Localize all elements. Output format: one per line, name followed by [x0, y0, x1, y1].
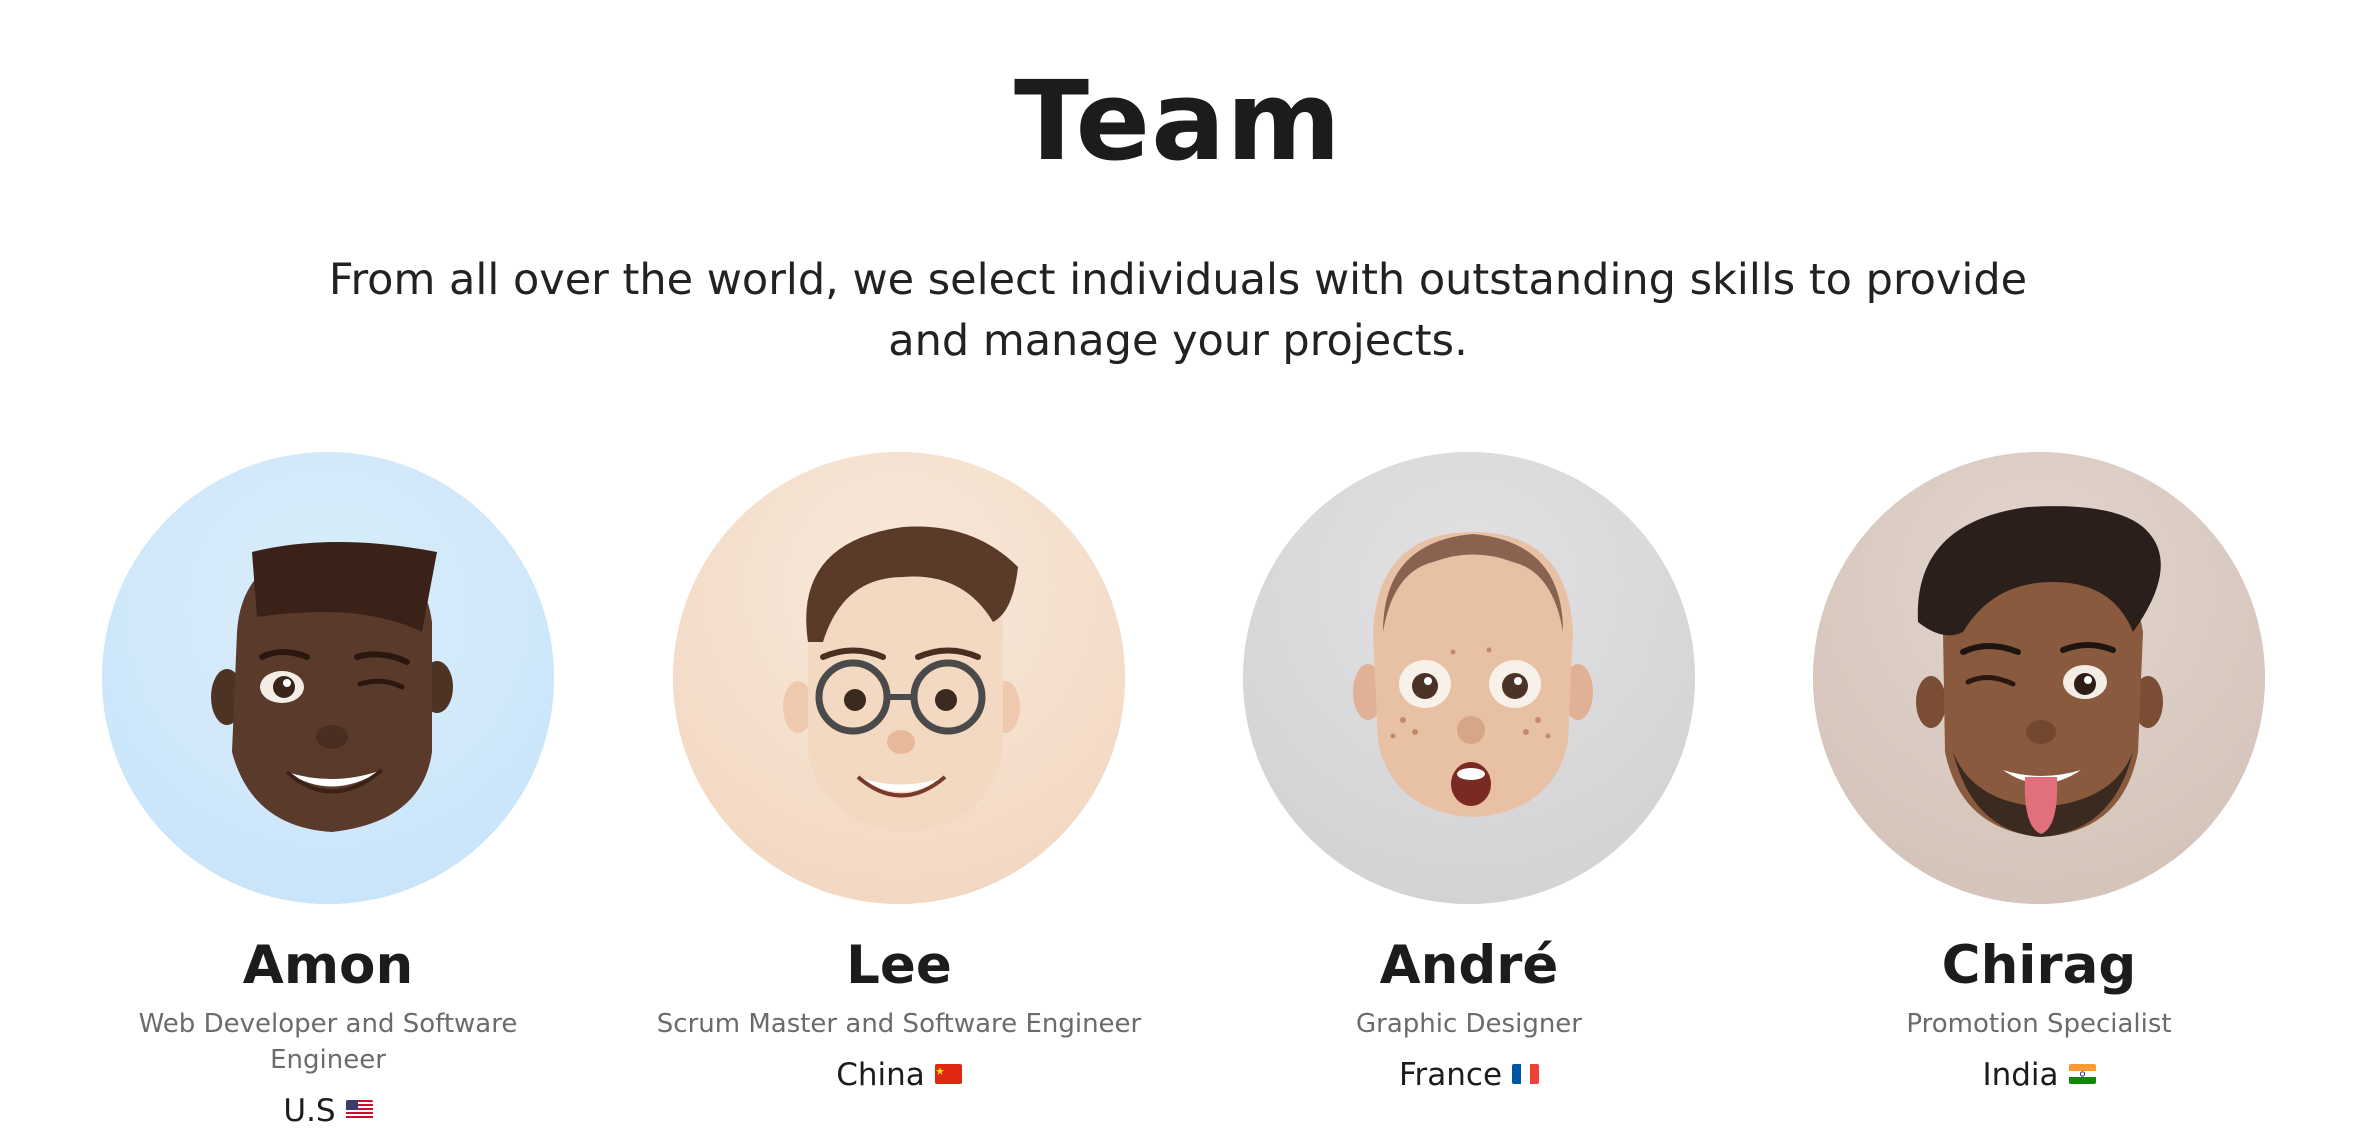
member-country: India	[1749, 1054, 2329, 1096]
member-name: Amon	[242, 935, 414, 996]
member-role: Scrum Master and Software Engineer	[656, 1009, 1142, 1039]
member-role: Web Developer and Software Engineer	[138, 1009, 518, 1075]
member-country: China	[609, 1054, 1189, 1096]
page-subtitle: From all over the world, we select indiv…	[328, 255, 2028, 366]
memoji-face-icon	[102, 452, 554, 904]
page-title: Team	[1014, 57, 1342, 185]
avatar	[1813, 452, 2265, 904]
member-country: U.S	[38, 1090, 618, 1132]
avatar	[673, 452, 1125, 904]
member-role: Graphic Designer	[1356, 1009, 1582, 1039]
memoji-face-icon	[1243, 452, 1695, 904]
us-flag-icon	[345, 1099, 373, 1120]
member-country-label: U.S	[283, 1093, 336, 1129]
member-country-label: China	[836, 1057, 925, 1093]
memoji-face-icon	[1813, 452, 2265, 904]
memoji-face-icon	[673, 452, 1125, 904]
avatar	[102, 452, 554, 904]
member-country: France	[1179, 1054, 1759, 1096]
avatar	[1243, 452, 1695, 904]
team-member-card: Amon Web Developer and Software Engineer…	[38, 452, 618, 1132]
india-flag-icon	[2068, 1063, 2096, 1084]
member-country-label: France	[1398, 1057, 1503, 1093]
member-name: Chirag	[1941, 935, 2137, 996]
team-member-card: Lee Scrum Master and Software Engineer C…	[609, 452, 1189, 1096]
france-flag-icon	[1512, 1063, 1540, 1084]
team-member-card: André Graphic Designer France	[1179, 452, 1759, 1096]
team-member-card: Chirag Promotion Specialist India	[1749, 452, 2329, 1096]
member-name: Lee	[846, 935, 952, 996]
member-role: Promotion Specialist	[1906, 1009, 2172, 1039]
china-flag-icon	[934, 1063, 962, 1084]
member-name: André	[1379, 935, 1559, 996]
member-country-label: India	[1982, 1057, 2059, 1093]
